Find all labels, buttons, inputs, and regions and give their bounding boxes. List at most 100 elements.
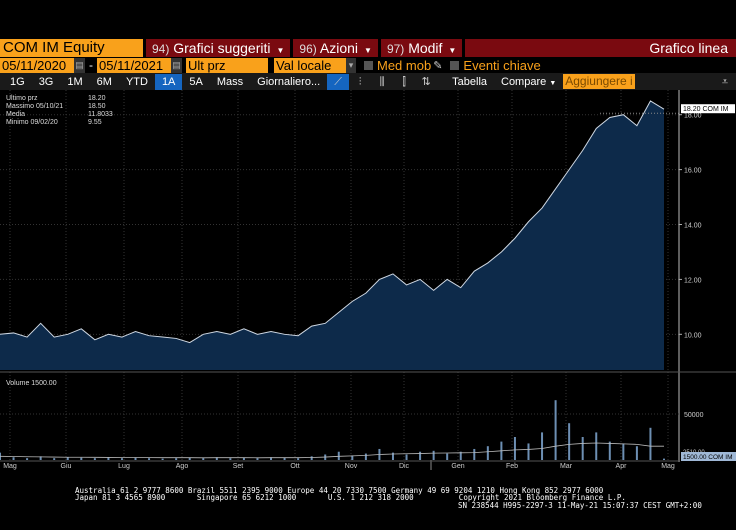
volume-bar xyxy=(622,443,625,460)
price-area xyxy=(0,100,664,370)
volume-avg-line xyxy=(0,442,664,459)
calendar-icon[interactable]: ▤ xyxy=(171,57,182,73)
chevron-down-icon: ▼ xyxy=(364,45,372,55)
legend-row: Ultimo prz 18.20 xyxy=(6,95,106,102)
volume-bar xyxy=(473,448,476,460)
calendar-icon[interactable]: ▤ xyxy=(74,57,85,73)
menu-edit[interactable]: 97) Modif ▼ xyxy=(380,38,463,57)
footer-session: SN 238544 H995-2297-3 11-May-21 15:07:37… xyxy=(458,501,702,510)
period-5a[interactable]: 5A xyxy=(182,74,209,90)
volume-bar xyxy=(405,454,408,460)
hlc-icon[interactable]: ⇅ xyxy=(415,74,437,90)
volume-tick-label: 50000 xyxy=(684,412,704,419)
volume-bar xyxy=(310,456,313,460)
moving-avg-checkbox[interactable] xyxy=(364,60,373,70)
month-label: Nov xyxy=(345,463,358,470)
volume-bar xyxy=(513,437,516,460)
volume-bar xyxy=(568,423,571,460)
period-6m[interactable]: 6M xyxy=(90,74,119,90)
frequency-select[interactable]: Giornaliero... xyxy=(250,74,327,90)
volume-bar xyxy=(364,453,367,460)
y-tick-label: 14.00 xyxy=(684,223,702,230)
month-label: Dic xyxy=(399,463,410,470)
volume-bar xyxy=(93,458,96,460)
volume-bar xyxy=(419,451,422,460)
month-label: Apr xyxy=(616,463,628,470)
period-1g[interactable]: 1G xyxy=(3,74,32,90)
volume-bar xyxy=(229,458,232,460)
month-label: Ago xyxy=(176,463,189,470)
volume-bar xyxy=(337,451,340,460)
legend-row: Minimo 09/02/20 9.55 xyxy=(6,119,102,126)
y-tick-label: 18.00 xyxy=(684,113,702,120)
price-chart[interactable]: 10.00 12.00 14.00 16.00 18.00 Mag Giu Lug Ago Set… xyxy=(0,90,736,470)
volume-bar xyxy=(649,427,652,460)
start-date-input[interactable]: 05/11/2020 xyxy=(0,57,74,73)
header-bar: COM IM Equity 94) Grafici suggeriti ▼ 96)… xyxy=(0,38,736,57)
compare-button[interactable]: Compare ▼ xyxy=(494,74,563,90)
volume-bar xyxy=(446,453,449,460)
volume-bar xyxy=(53,458,56,460)
volume-bar xyxy=(432,450,435,460)
add-security-input[interactable]: Aggiungere i xyxy=(563,74,636,89)
menu-actions[interactable]: 96) Azioni ▼ xyxy=(293,38,378,57)
end-date-input[interactable]: 05/11/2021 xyxy=(97,57,171,73)
volume-bar xyxy=(541,432,544,460)
month-label: Lug xyxy=(118,463,130,470)
month-label: Giu xyxy=(61,463,72,470)
pencil-icon[interactable]: ✎ xyxy=(433,59,442,72)
volume-legend: Volume 1500.00 xyxy=(6,380,57,387)
volume-bar xyxy=(148,458,151,460)
volume-bar xyxy=(554,400,557,460)
volume-bar xyxy=(486,446,489,460)
last-price-label: 18.20 COM IM xyxy=(683,106,729,113)
period-1a[interactable]: 1A xyxy=(154,73,183,90)
month-label: Feb xyxy=(506,463,518,470)
volume-bar xyxy=(581,437,584,460)
chevron-down-icon: ▼ xyxy=(276,45,285,55)
field-select[interactable]: Ult prz xyxy=(186,57,268,73)
volume-bar xyxy=(527,443,530,460)
month-label: Set xyxy=(233,463,244,470)
chart-legend: Ultimo prz 18.20 Massimo 05/10/21 18.50 Me… xyxy=(6,95,113,127)
volume-bar xyxy=(297,458,300,460)
month-label: Mar xyxy=(560,463,573,470)
menu-suggested-charts[interactable]: 94) Grafici suggeriti ▼ xyxy=(146,38,291,57)
ohlc-icon[interactable]: ⫶ xyxy=(349,74,371,90)
month-label: Mag xyxy=(661,463,675,470)
y-tick-label: 10.00 xyxy=(684,332,702,339)
collapse-icon[interactable]: ⩡ xyxy=(714,74,736,90)
chevron-down-icon: ▼ xyxy=(549,79,557,87)
volume-bar xyxy=(663,458,665,460)
key-events-checkbox[interactable] xyxy=(450,60,460,70)
volume-bar xyxy=(595,432,598,460)
month-label: Ott xyxy=(290,463,299,470)
currency-select[interactable]: Val locale xyxy=(274,57,346,73)
ticker-input[interactable]: COM IM Equity xyxy=(0,38,143,57)
y-tick-label: 16.00 xyxy=(684,168,702,175)
volume-bar xyxy=(256,458,259,460)
period-1m[interactable]: 1M xyxy=(60,74,89,90)
period-max[interactable]: Mass xyxy=(210,74,250,90)
period-ytd[interactable]: YTD xyxy=(119,74,155,90)
toolbar: 1G 3G 1M 6M YTD 1A 5A Mass Giornaliero..… xyxy=(0,73,736,90)
volume-bar xyxy=(120,458,123,460)
legend-row: Media 11.8033 xyxy=(6,111,113,118)
month-label: Gen xyxy=(451,463,464,470)
controls-bar: 05/11/2020 ▤ - 05/11/2021 ▤ Ult prz Val … xyxy=(0,57,541,73)
volume-last-label: 1500.00 COM IM xyxy=(683,454,733,461)
chevron-down-icon[interactable]: ▾ xyxy=(346,57,356,73)
volume-bar xyxy=(12,457,15,460)
volume-bar xyxy=(161,458,164,460)
volume-bar xyxy=(608,441,611,460)
candle-icon[interactable]: ⫼ xyxy=(371,74,393,90)
page-title: Grafico linea xyxy=(465,38,736,57)
volume-bar xyxy=(66,457,69,460)
table-button[interactable]: Tabella xyxy=(445,74,494,90)
volume-bar xyxy=(26,458,29,460)
line-chart-icon[interactable]: ⟋ xyxy=(327,73,350,90)
volume-bar xyxy=(175,458,178,460)
month-label: Mag xyxy=(3,463,17,470)
bar-chart-icon[interactable]: ⫿ xyxy=(393,74,415,90)
period-3g[interactable]: 3G xyxy=(32,74,61,90)
